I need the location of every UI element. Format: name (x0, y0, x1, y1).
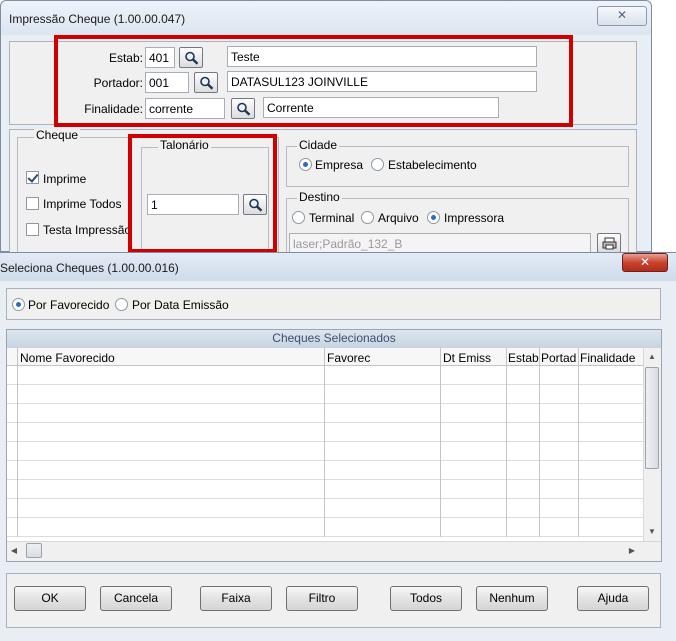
printer-button[interactable] (597, 233, 621, 253)
scroll-up-arrow[interactable]: ▲ (645, 352, 659, 361)
grid-body (7, 348, 643, 541)
scroll-right-arrow[interactable]: ▶ (627, 546, 637, 555)
table-row[interactable] (7, 423, 643, 442)
column-divider (17, 348, 18, 537)
window-title: Seleciona Cheques (1.00.00.016) (0, 261, 179, 275)
column-divider (324, 348, 325, 537)
highlight-talonario (128, 134, 277, 253)
column-divider (578, 348, 579, 537)
sort-data-emissao-radio[interactable] (115, 298, 128, 311)
seleciona-cheques-window: Seleciona Cheques (1.00.00.016) ✕ Por Fa… (0, 252, 676, 641)
close-button[interactable]: ✕ (622, 253, 668, 272)
col-estab[interactable]: Estab (508, 350, 539, 366)
impressao-cheque-window: Impressão Cheque (1.00.00.047) ✕ Estab: … (0, 0, 652, 253)
vertical-scroll-thumb[interactable] (645, 367, 659, 469)
cidade-estabelecimento-radio[interactable] (371, 158, 384, 171)
sort-favorecido-radio[interactable] (12, 298, 25, 311)
window-title: Impressão Cheque (1.00.00.047) (9, 12, 186, 26)
column-divider (506, 348, 507, 537)
printer-field[interactable]: laser;Padrão_132_B (289, 233, 591, 253)
imprime-checkbox[interactable] (26, 171, 39, 184)
close-icon: ✕ (616, 8, 628, 22)
col-dt-emiss[interactable]: Dt Emiss (443, 350, 491, 366)
imprime-todos-checkbox[interactable] (26, 197, 39, 210)
destino-terminal-radio[interactable] (292, 211, 305, 224)
cidade-estabelecimento-label: Estabelecimento (388, 158, 477, 172)
testa-impressao-label: Testa Impressão (43, 223, 132, 237)
scroll-left-arrow[interactable]: ◀ (9, 546, 19, 555)
sort-favorecido-label: Por Favorecido (28, 298, 110, 312)
table-row[interactable] (7, 480, 643, 499)
todos-button[interactable]: Todos (390, 586, 462, 611)
horizontal-scroll-thumb[interactable] (26, 543, 42, 558)
destino-group-title: Destino (297, 190, 342, 204)
faixa-button[interactable]: Faixa (200, 586, 272, 611)
table-row[interactable] (7, 518, 643, 537)
table-row[interactable] (7, 404, 643, 423)
destino-impressora-label: Impressora (444, 211, 505, 225)
destino-arquivo-radio[interactable] (361, 211, 374, 224)
destino-arquivo-label: Arquivo (378, 211, 419, 225)
column-divider (440, 348, 441, 537)
close-button[interactable]: ✕ (597, 6, 647, 26)
close-icon: ✕ (639, 255, 651, 269)
column-divider (539, 348, 540, 537)
table-row[interactable] (7, 499, 643, 518)
ajuda-button[interactable]: Ajuda (577, 586, 649, 611)
horizontal-scrollbar[interactable] (7, 541, 661, 561)
cidade-empresa-radio[interactable] (299, 158, 312, 171)
destino-impressora-radio[interactable] (427, 211, 440, 224)
imprime-todos-label: Imprime Todos (43, 197, 122, 211)
cidade-group-title: Cidade (297, 138, 340, 152)
table-row[interactable] (7, 366, 643, 385)
ok-button[interactable]: OK (14, 586, 86, 611)
cheque-group-title: Cheque (34, 128, 81, 142)
table-row[interactable] (7, 385, 643, 404)
testa-impressao-checkbox[interactable] (26, 223, 39, 236)
nenhum-button[interactable]: Nenhum (476, 586, 548, 611)
cancela-button[interactable]: Cancela (100, 586, 172, 611)
col-favorec[interactable]: Favorec (327, 350, 370, 366)
table-row[interactable] (7, 442, 643, 461)
cidade-empresa-label: Empresa (315, 158, 364, 172)
printer-icon (602, 237, 617, 250)
col-nome-favorecido[interactable]: Nome Favorecido (20, 350, 115, 366)
destino-terminal-label: Terminal (309, 211, 355, 225)
grid-title: Cheques Selecionados (7, 330, 661, 348)
table-row[interactable] (7, 461, 643, 480)
col-portad[interactable]: Portad (541, 350, 576, 366)
highlight-header-fields (54, 35, 573, 127)
scroll-down-arrow[interactable]: ▼ (645, 527, 659, 536)
sort-data-emissao-label: Por Data Emissão (132, 298, 229, 312)
col-finalidade[interactable]: Finalidade (580, 350, 635, 366)
filtro-button[interactable]: Filtro (286, 586, 358, 611)
imprime-label: Imprime (43, 172, 87, 186)
